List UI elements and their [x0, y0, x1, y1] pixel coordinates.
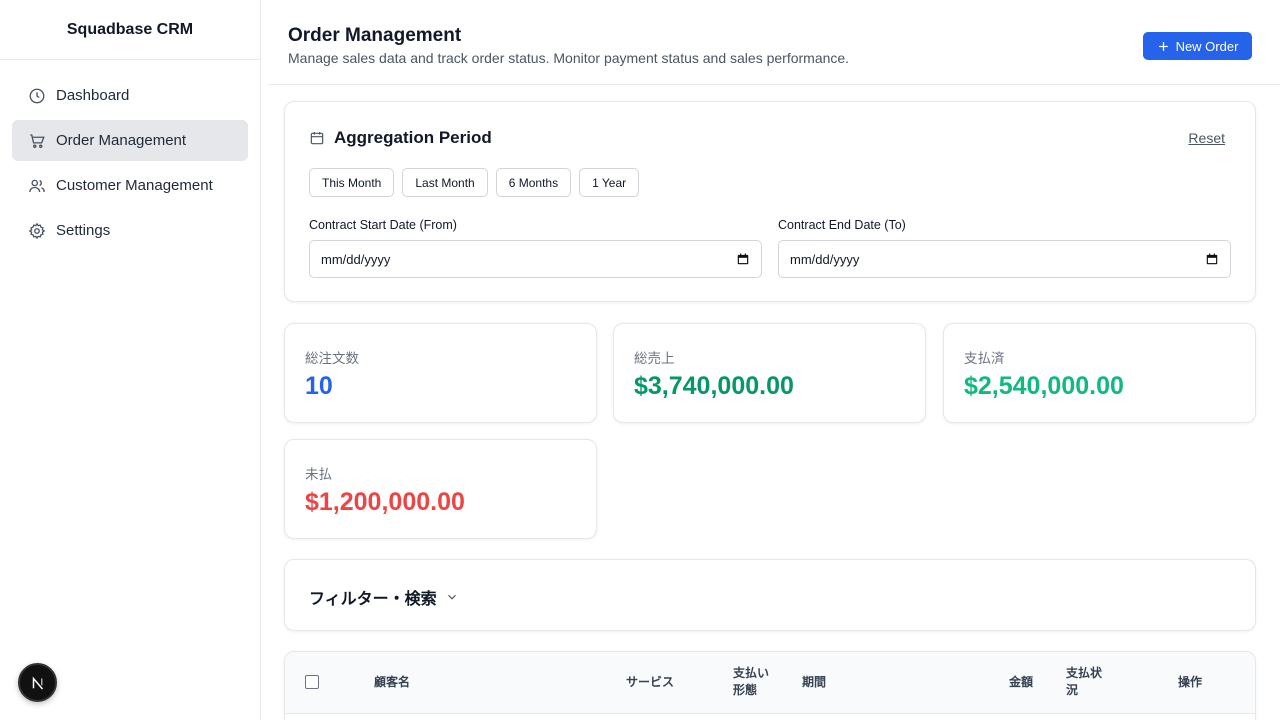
start-date-placeholder: mm/dd/yyyy: [321, 251, 391, 267]
page-title: Order Management: [288, 25, 462, 46]
sidebar-nav: Dashboard Order Management Customer Mana…: [0, 60, 260, 270]
brand-title: Squadbase CRM: [0, 0, 260, 60]
stat-value: $1,200,000.00: [305, 488, 465, 516]
filter-search-toggle[interactable]: フィルター・検索: [309, 585, 459, 609]
preset-1-year-button[interactable]: 1 Year: [579, 168, 640, 197]
stat-label: 支払済: [964, 351, 1005, 366]
start-date-label: Contract Start Date (From): [309, 218, 457, 232]
column-header-payment-status[interactable]: 支払状況: [1066, 665, 1106, 699]
sidebar: Squadbase CRM Dashboard Order Management…: [0, 0, 261, 720]
stat-label: 未払: [305, 467, 332, 482]
calendar-icon: [310, 132, 324, 145]
stat-label: 総注文数: [305, 351, 359, 366]
period-preset-chips: This Month Last Month 6 Months 1 Year: [309, 168, 640, 197]
stat-card-unpaid: 未払 $1,200,000.00: [284, 439, 597, 539]
preset-6-months-button[interactable]: 6 Months: [495, 168, 572, 197]
column-header-period[interactable]: 期間: [802, 674, 826, 691]
end-date-placeholder: mm/dd/yyyy: [790, 251, 860, 267]
sidebar-item-order-management[interactable]: Order Management: [12, 120, 248, 161]
nextjs-dev-badge[interactable]: [18, 663, 57, 702]
stat-label: 総売上: [634, 351, 675, 366]
column-header-actions: 操作: [1178, 675, 1203, 689]
sidebar-item-dashboard[interactable]: Dashboard: [12, 75, 248, 116]
users-icon: [28, 177, 46, 195]
calendar-picker-icon[interactable]: [736, 252, 750, 266]
filter-search-card: フィルター・検索: [284, 559, 1256, 631]
stat-value: 10: [305, 372, 333, 400]
gear-icon: [28, 222, 46, 240]
select-all-checkbox[interactable]: [305, 675, 319, 689]
aggregation-period-card: Aggregation Period Reset This Month Last…: [284, 101, 1256, 302]
sidebar-item-label: Settings: [56, 222, 111, 239]
cart-icon: [28, 132, 46, 150]
sidebar-item-settings[interactable]: Settings: [12, 210, 248, 251]
stat-card-total-orders: 総注文数 10: [284, 323, 597, 423]
column-header-customer[interactable]: 顧客名: [374, 674, 410, 691]
new-order-button[interactable]: New Order: [1143, 32, 1252, 60]
aggregation-period-heading: Aggregation Period: [309, 128, 492, 148]
sidebar-item-label: Order Management: [56, 132, 187, 149]
start-date-input[interactable]: mm/dd/yyyy: [309, 240, 762, 278]
page-header: Order Management Manage sales data and t…: [268, 0, 1280, 85]
sidebar-item-label: Customer Management: [56, 177, 213, 194]
table-header-row: 顧客名 サービス 支払い形態 期間 金額 支払状況 操作: [285, 652, 1255, 714]
sidebar-item-customer-management[interactable]: Customer Management: [12, 165, 248, 206]
preset-last-month-button[interactable]: Last Month: [402, 168, 488, 197]
new-order-label: New Order: [1175, 38, 1239, 54]
stat-value: $3,740,000.00: [634, 372, 794, 400]
calendar-picker-icon[interactable]: [1205, 252, 1219, 266]
column-header-amount[interactable]: 金額: [1009, 674, 1033, 691]
nextjs-logo-icon: [32, 675, 43, 689]
chevron-down-icon: [447, 594, 456, 600]
reset-button[interactable]: Reset: [1188, 130, 1225, 146]
sidebar-item-label: Dashboard: [56, 87, 130, 104]
column-header-service[interactable]: サービス: [626, 674, 674, 691]
end-date-input[interactable]: mm/dd/yyyy: [778, 240, 1231, 278]
plus-icon: [1158, 41, 1168, 51]
end-date-label: Contract End Date (To): [778, 218, 906, 232]
filter-search-title: フィルター・検索: [309, 591, 437, 608]
stat-card-paid: 支払済 $2,540,000.00: [943, 323, 1256, 423]
aggregation-period-title: Aggregation Period: [334, 128, 492, 147]
clock-icon: [28, 87, 46, 105]
orders-table: 顧客名 サービス 支払い形態 期間 金額 支払状況 操作: [284, 651, 1256, 720]
preset-this-month-button[interactable]: This Month: [309, 168, 395, 197]
stat-card-total-sales: 総売上 $3,740,000.00: [613, 323, 926, 423]
stat-value: $2,540,000.00: [964, 372, 1124, 400]
page-subtitle: Manage sales data and track order status…: [288, 50, 850, 66]
column-header-payment-type[interactable]: 支払い形態: [733, 665, 773, 699]
